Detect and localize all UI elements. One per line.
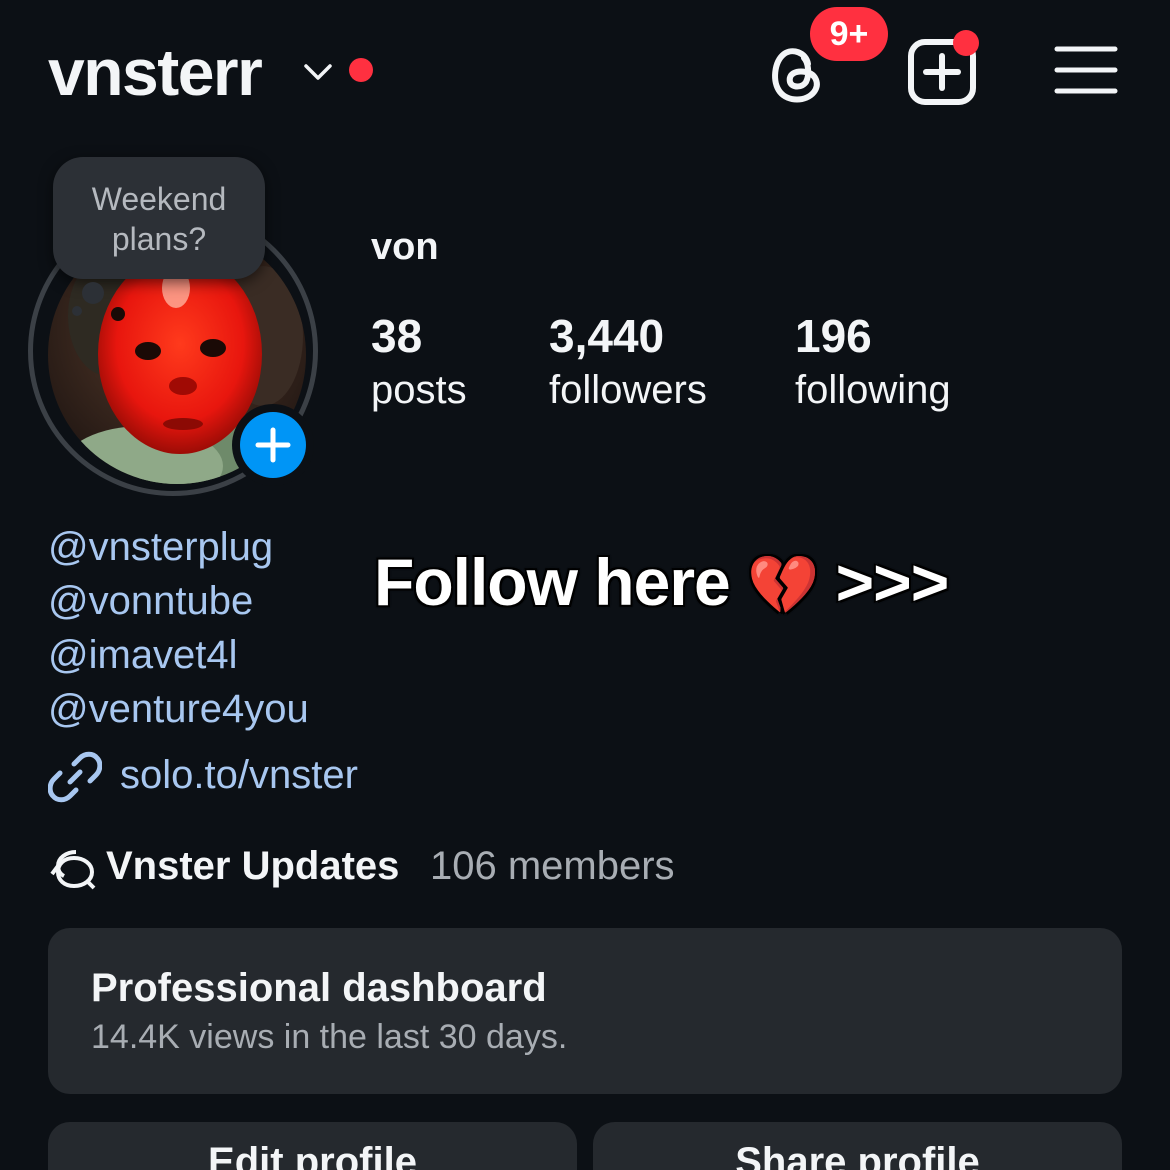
stat-posts[interactable]: 38 posts (371, 310, 467, 418)
note-text-line1: Weekend (91, 181, 227, 217)
hamburger-menu-icon[interactable] (1054, 44, 1118, 96)
bio-link-text[interactable]: solo.to/vnster (120, 748, 358, 802)
followers-count: 3,440 (549, 310, 665, 362)
note-tail-small (72, 306, 82, 316)
mention-link[interactable]: @vonntube (48, 574, 309, 628)
account-notification-dot (349, 58, 373, 82)
account-username[interactable]: vnsterr (48, 36, 263, 108)
caption-text: Follow here (374, 545, 731, 619)
edit-profile-button[interactable]: Edit profile (48, 1122, 577, 1170)
mention-link[interactable]: @venture4you (48, 682, 309, 736)
chat-bubbles-icon (50, 850, 96, 890)
followers-label: followers (549, 368, 707, 412)
profile-page: vnsterr 9+ Weekend plans? von 38 posts 3… (0, 0, 1170, 1170)
dashboard-subtitle: 14.4K views in the last 30 days. (91, 1018, 568, 1056)
stat-following[interactable]: 196 following (795, 310, 951, 418)
add-story-button[interactable] (232, 404, 314, 486)
display-name: von (371, 226, 439, 268)
threads-notification-badge: 9+ (810, 7, 888, 61)
channel-name: Vnster Updates (106, 844, 400, 888)
channel-members: 106 members (430, 844, 675, 888)
stat-followers[interactable]: 3,440 followers (549, 310, 707, 418)
bio-mentions: @vnsterplug @vonntube @imavet4l @venture… (48, 520, 309, 736)
dashboard-title: Professional dashboard (91, 966, 547, 1010)
following-count: 196 (795, 310, 872, 362)
note-tail (82, 282, 104, 304)
link-icon (48, 751, 102, 803)
note-text-line2: plans? (111, 221, 207, 257)
posts-label: posts (371, 368, 467, 412)
posts-count: 38 (371, 310, 423, 362)
plus-icon (240, 412, 306, 478)
note-bubble[interactable]: Weekend plans? (53, 157, 265, 279)
create-notification-dot (953, 30, 979, 56)
caption-arrows: >>> (835, 545, 950, 619)
mention-link[interactable]: @vnsterplug (48, 520, 309, 574)
professional-dashboard-card[interactable]: Professional dashboard 14.4K views in th… (48, 928, 1122, 1094)
following-label: following (795, 368, 951, 412)
broken-heart-emoji: 💔 (747, 553, 819, 618)
mention-link[interactable]: @imavet4l (48, 628, 309, 682)
share-profile-button[interactable]: Share profile (593, 1122, 1122, 1170)
overlay-caption: Follow here 💔 >>> (374, 544, 950, 620)
chevron-down-icon[interactable] (302, 58, 334, 84)
